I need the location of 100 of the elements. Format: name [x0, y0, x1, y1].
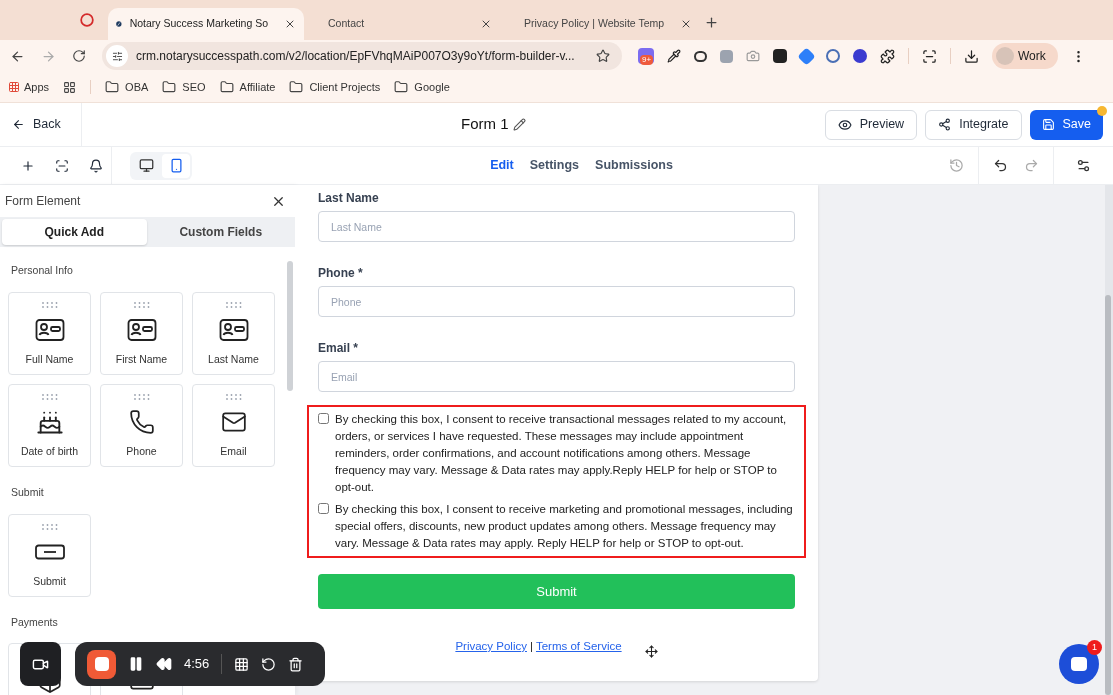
form-element-tile[interactable]: Full Name [8, 291, 91, 375]
reload-icon[interactable] [72, 49, 86, 63]
scrollbar-thumb[interactable] [1105, 295, 1111, 695]
close-icon[interactable] [480, 18, 492, 30]
site-settings-icon[interactable] [106, 45, 128, 67]
close-icon[interactable] [284, 18, 296, 30]
pause-icon[interactable] [128, 656, 144, 672]
drag-handle-icon[interactable] [40, 301, 59, 308]
folder-icon [219, 80, 234, 94]
folder-icon [105, 80, 120, 94]
edit-icon[interactable] [512, 118, 526, 131]
folder-icon [162, 80, 177, 94]
url-text: crm.notarysuccesspath.com/v2/location/EpFVhqMAiP007O3y9oYt/form-builder-v... [136, 48, 576, 65]
extension-badge: 9+ [640, 55, 654, 65]
search-tabs-icon[interactable] [922, 48, 937, 64]
consent-checkbox[interactable] [318, 413, 329, 424]
phone-icon [128, 408, 155, 435]
button-icon [34, 543, 65, 560]
eyedropper-icon[interactable] [667, 49, 681, 63]
drag-handle-icon[interactable] [132, 393, 151, 400]
section-heading: Personal Info [10, 263, 74, 278]
preview-button[interactable]: Preview [824, 109, 918, 140]
extension-icon[interactable] [694, 50, 707, 62]
scan-icon[interactable] [55, 158, 69, 173]
avatar-icon [996, 47, 1014, 65]
input-field[interactable]: Email [318, 361, 795, 392]
extensions-puzzle-icon[interactable] [880, 48, 895, 64]
id-card-icon [34, 317, 65, 342]
back-button[interactable]: Back [0, 103, 82, 146]
profile-button[interactable]: Work [992, 43, 1058, 69]
drag-handle-icon[interactable] [132, 301, 151, 308]
restart-icon[interactable] [261, 656, 277, 672]
tab-title: Notary Success Marketing So [129, 16, 268, 32]
consent-text: By checking this box, I consent to receive transactional messages related to my account, orders, or services I have requested. These messages may include appointment reminders, order confirmations, and account notifications among others. Message frequency may vary. Message & Data rates may apply.Reply HELP for help or STOP to opt-out. [335, 412, 788, 495]
section-heading: Payments [10, 614, 59, 630]
section-heading: Submit [10, 484, 45, 500]
tile-label: Date of birth [20, 443, 79, 459]
integrate-button[interactable]: Integrate [925, 109, 1022, 140]
bookmark-folder[interactable]: Affiliate [219, 78, 276, 96]
trash-icon[interactable] [288, 656, 304, 672]
settings-icon[interactable] [1076, 158, 1091, 173]
id-card-icon [126, 317, 157, 342]
back-icon[interactable] [10, 48, 25, 64]
editor-tab[interactable]: Submissions [595, 156, 673, 175]
stop-button[interactable] [87, 649, 116, 679]
address-bar[interactable]: crm.notarysuccesspath.com/v2/location/EpFVhqMAiP007O3y9oYt/form-builder-v... [102, 42, 622, 70]
consent-text: By checking this box, I consent to receive marketing and promotional messages, including special offers, discounts, new product updates among others. Message frequency may vary. Message & Data rates may apply. Reply HELP for help or STOP to opt-out. [335, 502, 794, 551]
chat-bubble-icon [1071, 657, 1087, 671]
mobile-view-button[interactable] [162, 153, 190, 178]
consent-checkbox[interactable] [318, 503, 329, 514]
undo-icon[interactable] [993, 158, 1008, 173]
browser-tab[interactable]: Privacy Policy | Website Temp [500, 8, 696, 40]
bell-icon[interactable] [89, 158, 103, 173]
share-icon [938, 118, 952, 131]
camera-toggle-button[interactable] [20, 642, 61, 686]
form-element-tile[interactable]: Email [192, 383, 275, 467]
browser-tab[interactable]: Contact [304, 8, 500, 40]
bookmark-folder[interactable]: Client Projects [289, 78, 381, 96]
form-element-tile[interactable]: Last Name [192, 291, 275, 375]
form-element-tile[interactable]: Phone [100, 383, 183, 467]
tile-label: Full Name [25, 351, 74, 367]
drag-handle-icon[interactable] [40, 523, 59, 530]
extension-icon[interactable] [773, 49, 787, 63]
move-cursor-icon [644, 645, 658, 658]
extension-icon[interactable] [853, 49, 867, 63]
input-field[interactable]: Last Name [318, 211, 795, 242]
tab-groups-icon[interactable] [63, 80, 77, 94]
drag-handle-icon[interactable] [40, 393, 59, 400]
tab-title: Privacy Policy | Website Temp [523, 16, 665, 32]
field-label: Phone * [318, 265, 364, 282]
add-icon[interactable] [21, 158, 35, 173]
form-element-tile[interactable]: First Name [100, 291, 183, 375]
apps-link[interactable]: Apps [8, 78, 50, 96]
download-icon[interactable] [964, 48, 979, 64]
editor-tab[interactable]: Settings [529, 156, 580, 175]
terms-link[interactable]: Terms of Service [535, 637, 622, 656]
form-title: Form 1 [461, 114, 509, 135]
rewind-icon[interactable] [156, 656, 172, 672]
input-field[interactable]: Phone [318, 286, 795, 317]
bookmark-folder[interactable]: Google [394, 78, 450, 96]
apps-grid-icon [8, 81, 20, 93]
camera-icon[interactable] [746, 49, 760, 63]
grid-icon[interactable] [234, 656, 250, 672]
drag-handle-icon[interactable] [224, 301, 243, 308]
drag-handle-icon[interactable] [224, 393, 243, 400]
panel-tab[interactable]: Quick Add [2, 219, 147, 245]
bookmark-star-icon[interactable] [596, 49, 610, 63]
tile-label: Submit [33, 573, 66, 589]
bookmark-folder[interactable]: SEO [162, 78, 206, 96]
editor-tab[interactable]: Edit [490, 156, 514, 175]
form-element-tile[interactable]: Date of birth [8, 383, 91, 467]
bookmark-folder[interactable]: OBA [105, 78, 149, 96]
form-element-tile[interactable]: Submit [8, 513, 91, 597]
new-tab-icon[interactable] [704, 15, 719, 30]
recording-icon [80, 13, 94, 27]
arrow-left-icon [12, 118, 25, 131]
scrollbar-thumb[interactable] [286, 261, 293, 391]
browser-tab[interactable]: Notary Success Marketing So [108, 8, 304, 40]
privacy-policy-link[interactable]: Privacy Policy [455, 637, 527, 656]
link-separator: | [529, 638, 533, 654]
